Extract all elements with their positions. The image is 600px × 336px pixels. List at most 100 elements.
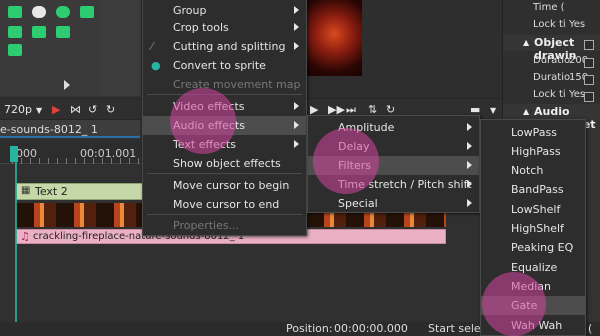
- menu-item-label: Wah Wah: [511, 319, 563, 332]
- resolution-select[interactable]: 720p: [4, 103, 32, 116]
- menu-item-label: Video effects: [173, 100, 245, 113]
- menu-separator: [147, 214, 302, 215]
- film-icon[interactable]: [8, 6, 22, 18]
- video-clip[interactable]: [16, 203, 144, 227]
- menu-item-wah-wah[interactable]: Wah Wah: [481, 316, 585, 335]
- menu-item-special[interactable]: Special: [308, 194, 479, 213]
- menu-item-audio-effects[interactable]: Audio effects: [143, 116, 306, 135]
- menu-item-label: HighPass: [511, 145, 561, 158]
- submenu-arrow-icon: [467, 142, 472, 150]
- knife-icon: ⁄: [151, 40, 153, 53]
- menu-item-highshelf[interactable]: HighShelf: [481, 219, 585, 238]
- menu-item-label: Amplitude: [338, 121, 395, 134]
- playhead-line: [15, 150, 17, 336]
- menu-item-label: BandPass: [511, 183, 564, 196]
- checkbox[interactable]: [584, 40, 594, 50]
- menu-item-label: Audio effects: [173, 119, 245, 132]
- collapse-triangle-icon[interactable]: ▲: [523, 38, 529, 47]
- submenu-arrow-icon: [294, 6, 299, 14]
- menu-item-amplitude[interactable]: Amplitude: [308, 118, 479, 137]
- property-key: Duratio: [533, 72, 571, 83]
- menu-item-label: Cutting and splitting: [173, 40, 286, 53]
- submenu-arrow-icon: [467, 123, 472, 131]
- menu-item-equalize[interactable]: Equalize: [481, 258, 585, 277]
- menu-item-highpass[interactable]: HighPass: [481, 142, 585, 161]
- property-value: Yes: [569, 19, 586, 30]
- property-key: Duratio: [533, 55, 571, 66]
- menu-item-delay[interactable]: Delay: [308, 137, 479, 156]
- context-menu: Group Crop tools ⁄ Cutting and splitting …: [142, 0, 307, 236]
- text-clip[interactable]: ▦ Text 2: [16, 183, 144, 200]
- selection-value: (: [588, 322, 593, 335]
- submenu-arrow-icon: [294, 140, 299, 148]
- image-icon[interactable]: [8, 26, 22, 38]
- menu-item-median[interactable]: Median: [481, 277, 585, 296]
- checkbox[interactable]: [584, 58, 594, 68]
- text-clip-label: Text 2: [35, 185, 68, 198]
- menu-item-bandpass[interactable]: BandPass: [481, 180, 585, 199]
- submenu-arrow-icon: [467, 199, 472, 207]
- sprite-icon: ●: [151, 59, 161, 72]
- checkbox[interactable]: [584, 75, 594, 85]
- audio-icon[interactable]: [8, 44, 22, 56]
- menu-item-filters[interactable]: Filters: [308, 156, 479, 175]
- property-row[interactable]: Time (: [503, 0, 600, 17]
- menu-item-label: Gate: [511, 299, 538, 312]
- audio-object-settings-section[interactable]: ▲ Audio object set: [503, 104, 600, 131]
- menu-item-show-object-effects[interactable]: Show object effects: [143, 154, 306, 173]
- property-row[interactable]: Lock ti Yes: [503, 17, 600, 34]
- chevron-down-icon[interactable]: ▼: [490, 106, 496, 115]
- menu-item-lowpass[interactable]: LowPass: [481, 123, 585, 142]
- redo-icon[interactable]: ↻: [106, 103, 115, 116]
- menu-item-cursor-end[interactable]: Move cursor to end: [143, 195, 306, 214]
- menu-item-notch[interactable]: Notch: [481, 161, 585, 180]
- menu-item-gate[interactable]: Gate: [481, 296, 585, 315]
- menu-item-cursor-begin[interactable]: Move cursor to begin: [143, 176, 306, 195]
- menu-separator: [147, 94, 302, 95]
- menu-item-video-effects[interactable]: Video effects: [143, 97, 306, 116]
- chevron-down-icon[interactable]: ▼: [36, 106, 42, 115]
- folder-icon[interactable]: [80, 6, 94, 18]
- object-palette: [0, 0, 100, 96]
- position-label: Position:: [286, 322, 333, 335]
- menu-item-label: HighShelf: [511, 222, 564, 235]
- video-preview: [300, 0, 362, 76]
- collapse-triangle-icon[interactable]: ▲: [523, 107, 529, 116]
- menu-item-time-stretch[interactable]: Time stretch / Pitch shift: [308, 175, 479, 194]
- split-icon[interactable]: ⋈: [70, 103, 81, 116]
- checkbox[interactable]: [584, 92, 594, 102]
- menu-item-label: Filters: [338, 159, 371, 172]
- submenu-arrow-icon: [294, 121, 299, 129]
- menu-item-label: Convert to sprite: [173, 59, 266, 72]
- position-value: 00:00:00.000: [334, 322, 408, 335]
- text-icon[interactable]: [32, 26, 46, 38]
- menu-item-label: Notch: [511, 164, 544, 177]
- menu-item-label: Group: [173, 4, 207, 17]
- menu-item-peaking-eq[interactable]: Peaking EQ: [481, 238, 585, 257]
- menu-item-label: Delay: [338, 140, 370, 153]
- menu-item-label: Special: [338, 197, 378, 210]
- tab-label: e-sounds-8012_ 1: [0, 123, 98, 136]
- record-icon[interactable]: ▶: [52, 103, 60, 116]
- speech-bubble-icon[interactable]: [32, 6, 46, 18]
- submenu-arrow-icon: [467, 161, 472, 169]
- menu-item-convert-sprite[interactable]: ● Convert to sprite: [143, 56, 306, 75]
- menu-item-label: Create movement map: [173, 78, 301, 91]
- menu-item-crop-tools[interactable]: Crop tools: [143, 18, 306, 37]
- submenu-arrow-icon: [294, 23, 299, 31]
- menu-item-lowshelf[interactable]: LowShelf: [481, 200, 585, 219]
- menu-item-label: Time stretch / Pitch shift: [338, 178, 472, 191]
- menu-item-label: Peaking EQ: [511, 241, 574, 254]
- shape-icon[interactable]: [56, 26, 70, 38]
- menu-item-cutting-splitting[interactable]: ⁄ Cutting and splitting: [143, 37, 306, 56]
- submenu-arrow-icon: [467, 180, 472, 188]
- expand-arrow-icon[interactable]: [64, 80, 70, 90]
- undo-icon[interactable]: ↺: [88, 103, 97, 116]
- menu-item-label: Show object effects: [173, 157, 281, 170]
- filters-submenu: LowPass HighPass Notch BandPass LowShelf…: [480, 119, 586, 336]
- timeline-tab[interactable]: e-sounds-8012_ 1: [0, 120, 140, 138]
- property-key: Lock ti: [533, 19, 566, 30]
- text-clip-icon: ▦: [21, 185, 31, 196]
- menu-item-text-effects[interactable]: Text effects: [143, 135, 306, 154]
- ellipse-icon[interactable]: [56, 6, 70, 18]
